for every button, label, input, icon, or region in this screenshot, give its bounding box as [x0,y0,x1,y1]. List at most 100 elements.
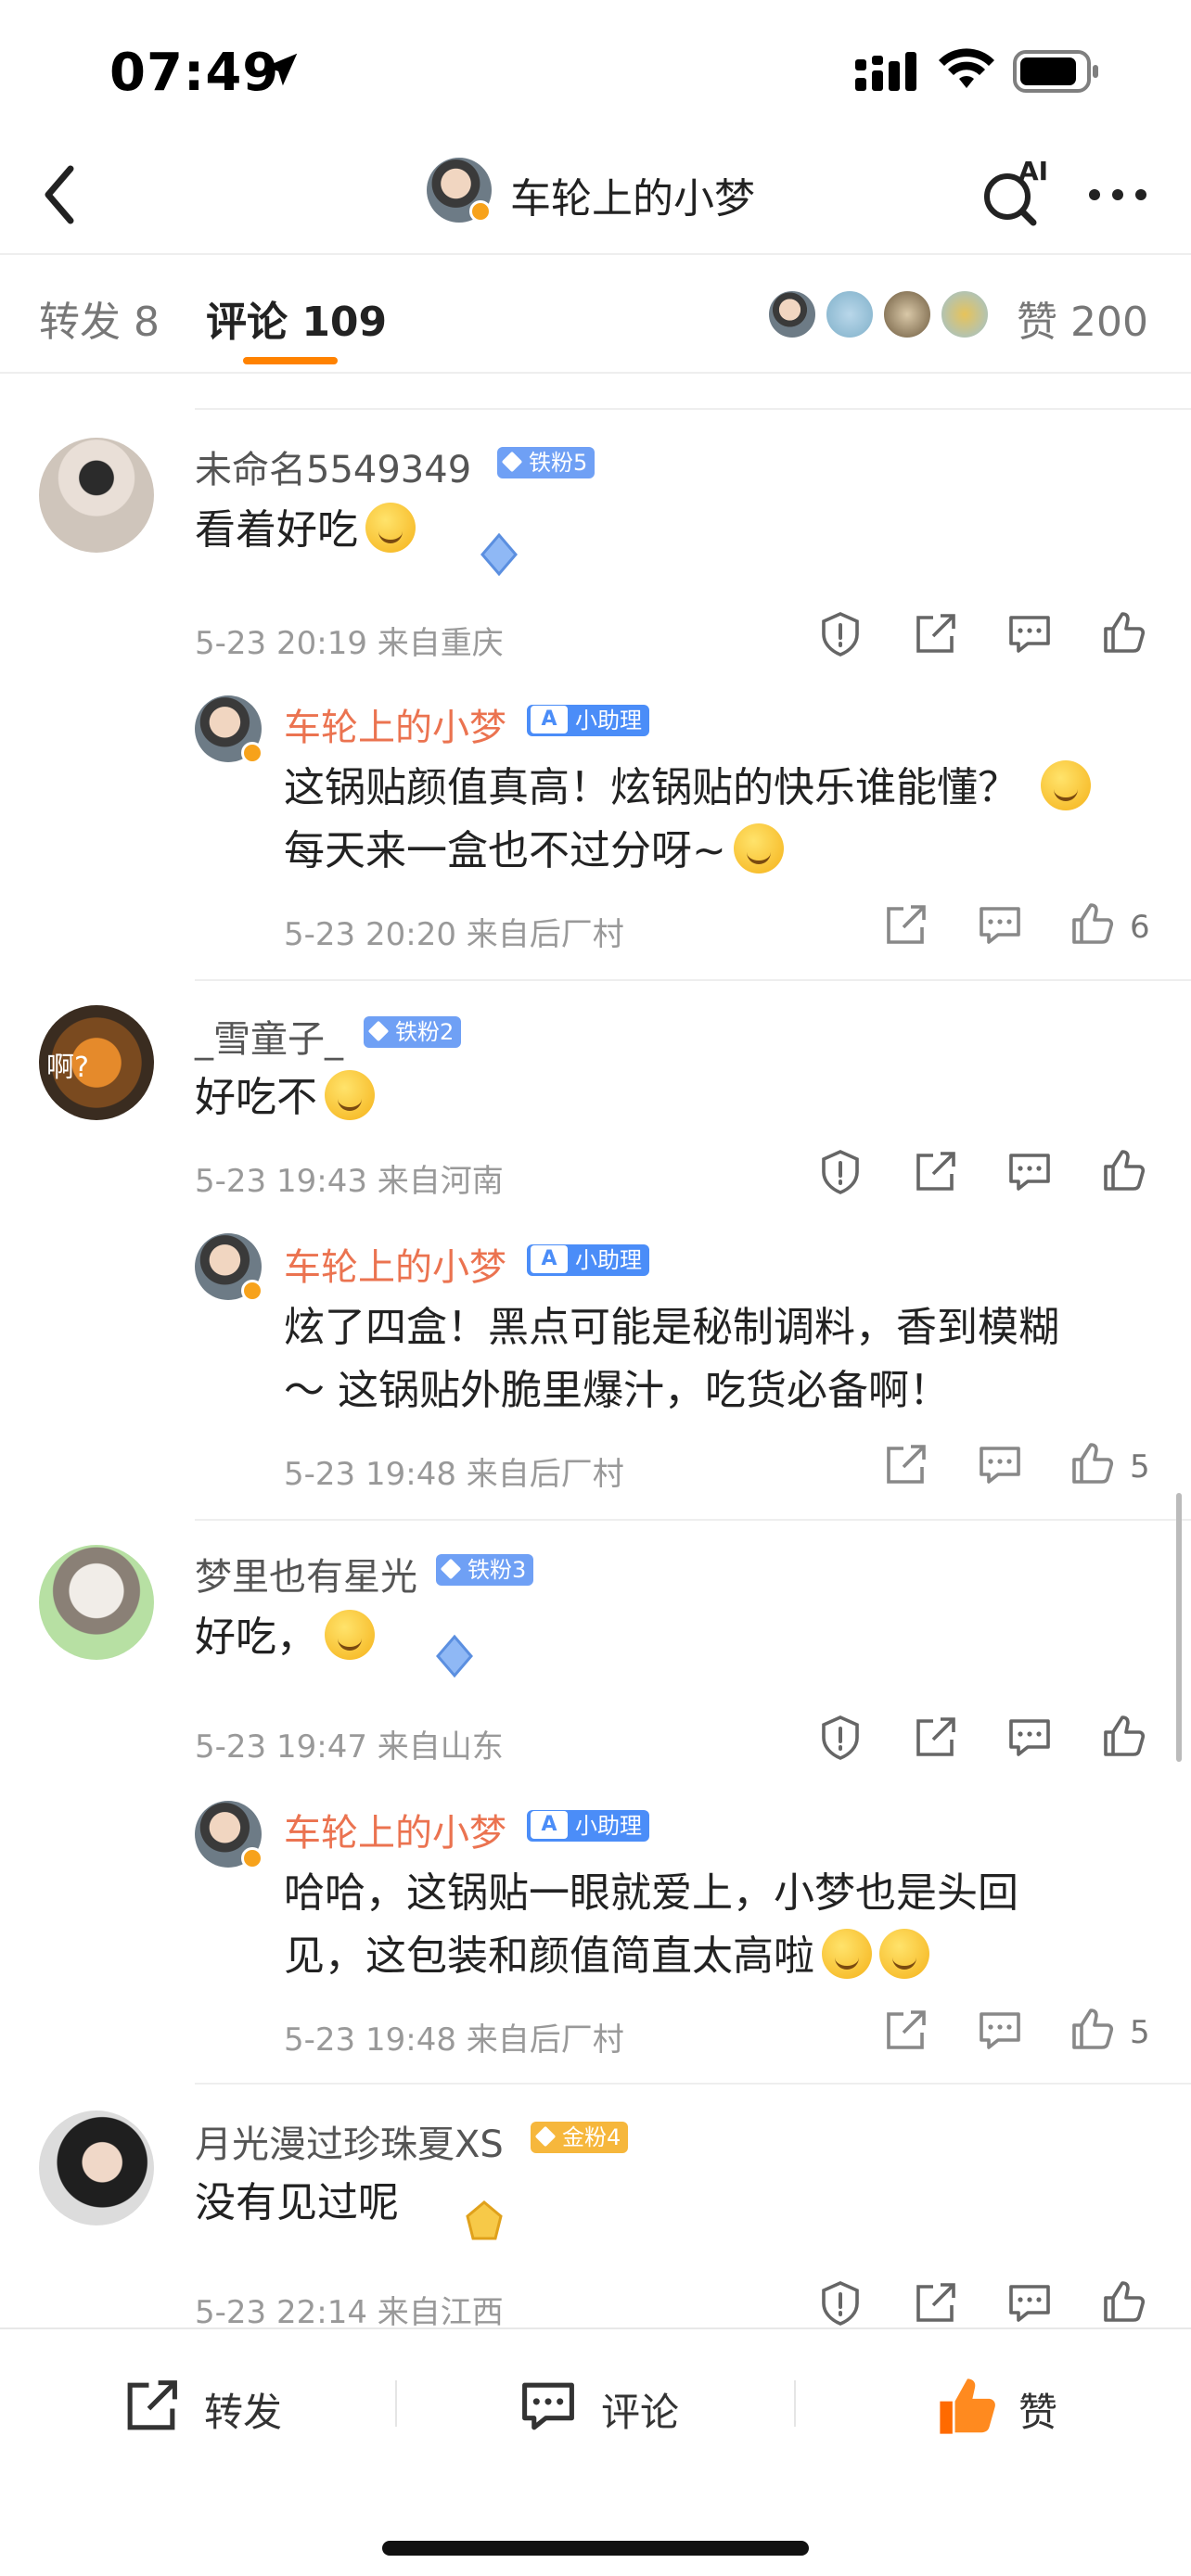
ai-badge-mark: A [531,706,568,733]
like-icon[interactable] [1069,2005,1117,2053]
comment-text: 看着好吃 [195,499,416,562]
thinking-emoji-icon [733,823,784,874]
verified-badge-icon [241,1280,263,1302]
author-reply-avatar[interactable] [195,1801,263,1869]
report-icon[interactable] [816,610,864,658]
share-icon[interactable] [881,2007,929,2055]
like-count: 6 [1130,909,1150,946]
liker-avatar [939,288,991,340]
commenter-name[interactable]: 未命名5549349 [195,440,471,493]
gem-decoration-icon [436,1634,473,1678]
author-reply-avatar[interactable] [195,1233,263,1302]
like-icon[interactable] [1069,899,1117,948]
share-icon[interactable] [911,1714,959,1762]
scrollbar[interactable] [1176,1493,1182,1762]
back-arrow-icon[interactable] [26,158,100,232]
author-avatar[interactable] [427,158,492,223]
comment-text-content: 好吃不 [195,1074,317,1121]
author-reply-avatar[interactable] [195,695,263,764]
tab-repost[interactable]: 转发 8 [39,288,160,348]
repost-button[interactable]: 转发 [121,2366,306,2441]
assistant-badge-label: 小助理 [575,1813,642,1839]
share-icon[interactable] [881,901,929,950]
share-icon[interactable] [911,610,959,658]
report-icon[interactable] [816,2279,864,2327]
divider [195,408,1191,410]
fan-badge[interactable]: 铁粉5 [497,447,596,478]
reply-icon[interactable] [1005,2279,1054,2327]
active-tab-indicator [243,357,338,364]
share-icon[interactable] [911,2279,959,2327]
commenter-avatar[interactable] [39,1545,154,1660]
cellular-signal-icon [855,52,916,91]
fan-badge[interactable]: 铁粉2 [364,1016,462,1048]
share-icon[interactable] [881,1441,929,1489]
location-arrow-icon [264,53,298,86]
assistant-badge[interactable]: A 小助理 [527,705,649,736]
author-reply-name[interactable]: 车轮上的小梦 [284,1803,506,1856]
assistant-badge[interactable]: A 小助理 [527,1810,649,1842]
commenter-avatar[interactable] [39,438,154,553]
tab-comment[interactable]: 评论 109 [206,288,387,348]
gold-gem-decoration-icon [466,2200,503,2240]
more-options-icon[interactable] [1085,167,1150,223]
thinking-emoji-icon [325,1070,375,1120]
commenter-avatar[interactable] [39,2111,154,2225]
wifi-icon [939,48,994,88]
commenter-avatar[interactable]: 啊? [39,1005,154,1120]
like-icon[interactable] [1100,1712,1148,1760]
verified-badge-icon [469,200,492,223]
comment-button[interactable]: 评论 [518,2366,703,2441]
author-reply-text-line: 这锅贴颜值真高！炫锅贴的快乐谁能懂？ [284,757,1091,820]
fan-badge[interactable]: 铁粉3 [436,1554,534,1586]
home-indicator[interactable] [382,2541,809,2556]
liker-avatars[interactable] [766,288,998,340]
reply-icon[interactable] [1005,610,1054,658]
author-reply-text-line: 炫了四盒！黑点可能是秘制调料，香到模糊 [284,1304,1059,1351]
reply-icon[interactable] [1005,1148,1054,1196]
share-icon[interactable] [911,1148,959,1196]
reply-icon[interactable] [976,2007,1024,2055]
like-icon[interactable] [1069,1439,1117,1487]
liker-avatar [766,288,818,340]
like-icon[interactable] [1100,2277,1148,2326]
tab-like[interactable]: 赞 200 [1017,288,1148,348]
bar-separator [794,2380,796,2427]
commenter-name[interactable]: _雪童子_ [195,1009,343,1063]
commenter-name[interactable]: 梦里也有星光 [195,1547,417,1600]
comment-meta: 5-23 19:43 来自河南 [195,1163,504,1200]
divider [195,1519,1191,1521]
like-count: 5 [1130,2014,1150,2051]
reply-icon[interactable] [976,901,1024,950]
fan-badge[interactable]: 金粉4 [531,2122,629,2153]
heart-eyes-emoji-icon [365,503,416,553]
assistant-badge[interactable]: A 小助理 [527,1244,649,1276]
ai-search-button[interactable]: AI [974,156,1048,230]
author-reply-text-line: ～ 这锅贴外脆里爆汁，吃货必备啊！ [284,1367,950,1414]
report-icon[interactable] [816,1714,864,1762]
reply-meta: 5-23 19:48 来自后厂村 [284,1456,624,1493]
grinning-emoji-icon [325,1610,375,1660]
author-reply-text-line: 见，这包装和颜值简直太高啦 [284,1925,929,1988]
author-name[interactable]: 车轮上的小梦 [510,165,755,224]
reply-icon[interactable] [976,1441,1024,1489]
commenter-name[interactable]: 月光漫过珍珠夏XS [195,2114,504,2168]
report-icon[interactable] [816,1148,864,1196]
author-reply-name[interactable]: 车轮上的小梦 [284,697,506,751]
status-time: 07:49 [109,43,280,103]
liker-avatar [881,288,933,340]
avatar-caption: 啊? [46,1052,89,1084]
like-icon[interactable] [1100,608,1148,657]
like-icon[interactable] [1100,1146,1148,1194]
like-button[interactable]: 赞 [935,2366,1074,2441]
ai-badge-mark: A [531,1811,568,1839]
reply-text-content: 这锅贴颜值真高！炫锅贴的快乐谁能懂？ [284,764,1018,811]
comment-text-content: 看着好吃 [195,506,358,554]
battery-icon [1013,50,1098,93]
reply-text-content: 每天来一盒也不过分呀~ [284,827,726,874]
thinking-emoji-icon [879,1929,929,1979]
reply-meta: 5-23 20:20 来自后厂村 [284,916,624,953]
author-reply-name[interactable]: 车轮上的小梦 [284,1237,506,1291]
reply-icon[interactable] [1005,1714,1054,1762]
repost-label: 转发 [204,2390,283,2435]
